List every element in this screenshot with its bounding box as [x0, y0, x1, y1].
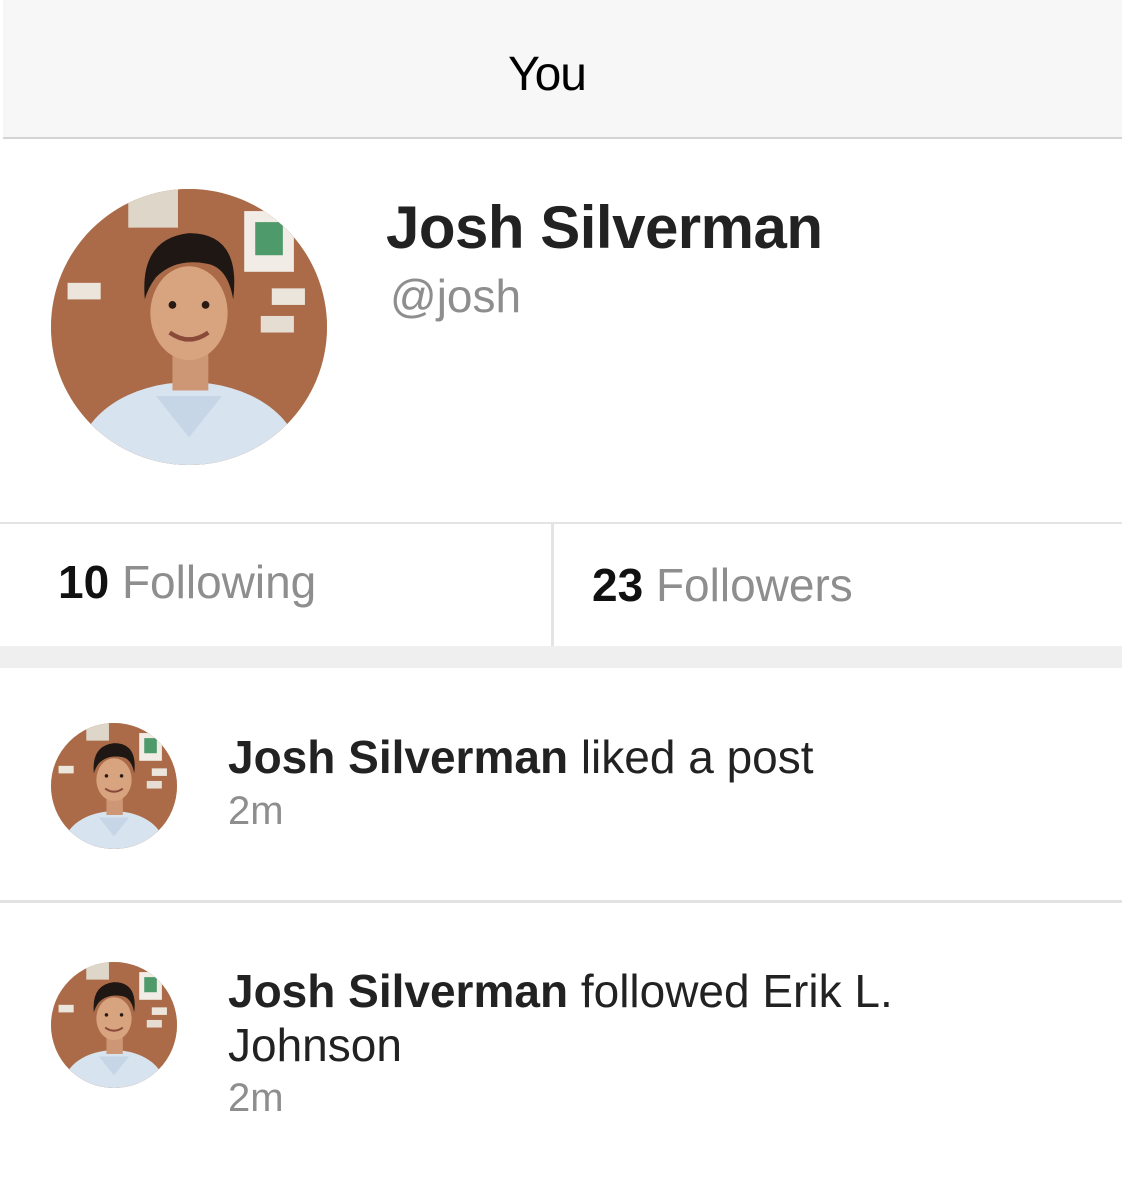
activity-list-item[interactable]: Josh Silverman liked a post 2m — [0, 668, 1122, 903]
followers-label: Followers — [655, 559, 853, 611]
activity-avatar[interactable] — [51, 723, 177, 849]
activity-timestamp: 2m — [228, 1076, 284, 1120]
user-photo-icon — [51, 723, 177, 849]
nav-title: You — [508, 48, 587, 101]
activity-text: Josh Silverman liked a post — [228, 730, 988, 784]
navigation-bar: You — [3, 0, 1122, 139]
activity-text: Josh Silverman followed Erik L. Johnson — [228, 964, 988, 1072]
activity-timestamp: 2m — [228, 789, 284, 833]
stats-row: 10 Following 23 Followers — [0, 522, 1122, 646]
profile-avatar[interactable] — [51, 189, 327, 465]
activity-action: liked a post — [580, 731, 814, 783]
stat-divider — [551, 524, 554, 646]
following-count: 10 — [58, 556, 110, 608]
section-divider — [0, 646, 1122, 668]
followers-stat-button[interactable]: 23 Followers — [592, 557, 853, 613]
following-label: Following — [121, 556, 317, 608]
activity-actor-link[interactable]: Josh Silverman — [228, 965, 568, 1017]
user-photo-icon — [51, 962, 177, 1088]
followers-count: 23 — [592, 559, 644, 611]
profile-handle: @josh — [390, 270, 522, 322]
following-stat-button[interactable]: 10 Following — [58, 554, 316, 610]
profile-name: Josh Silverman — [386, 194, 823, 261]
user-photo-icon — [51, 189, 327, 465]
activity-avatar[interactable] — [51, 962, 177, 1088]
activity-list-item[interactable]: Josh Silverman followed Erik L. Johnson … — [0, 906, 1122, 1182]
activity-actor-link[interactable]: Josh Silverman — [228, 731, 568, 783]
activity-screen: You Josh Silverman @josh 10 Following 23… — [0, 0, 1122, 1182]
